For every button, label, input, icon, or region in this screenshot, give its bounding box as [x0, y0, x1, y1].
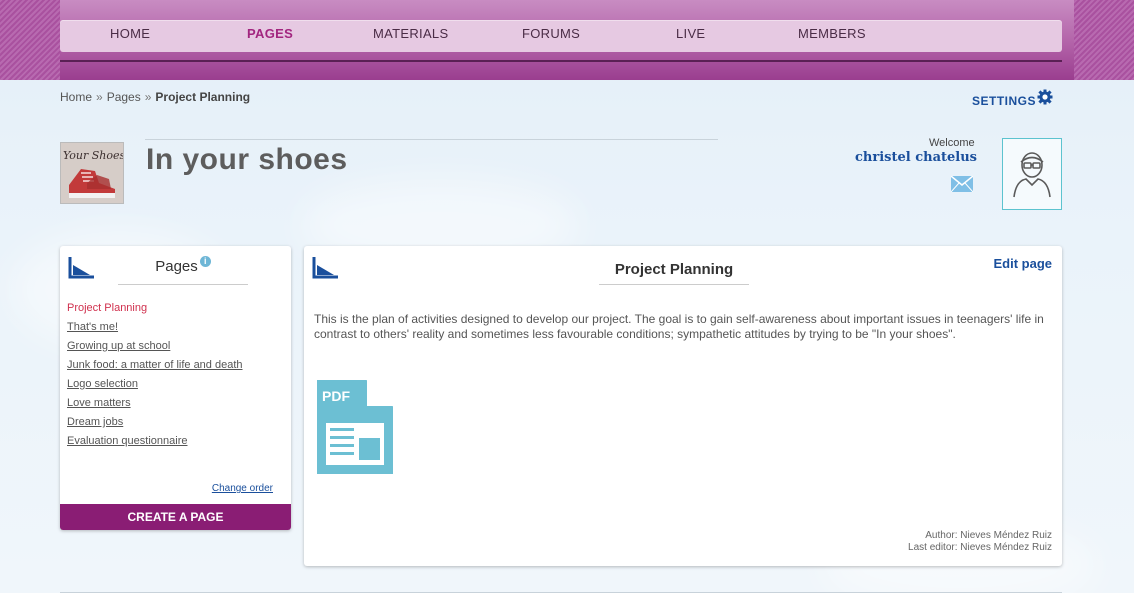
nav-materials[interactable]: MATERIALS — [373, 26, 448, 41]
breadcrumb-current: Project Planning — [155, 90, 251, 104]
page-title: Project Planning — [614, 261, 734, 278]
page-item-project-planning[interactable]: Project Planning — [67, 302, 277, 315]
group-logo: Your Shoes — [60, 142, 124, 204]
breadcrumb-separator: » — [96, 90, 103, 104]
nav-forums[interactable]: FORUMS — [522, 26, 580, 41]
title-divider — [145, 139, 718, 140]
nav-pages[interactable]: PAGES — [247, 26, 293, 41]
pdf-label: PDF — [322, 388, 350, 404]
page-content-panel: Project Planning Edit page This is the p… — [304, 246, 1062, 566]
pages-sidebar: Pages i Project Planning That's me! Growi… — [60, 246, 291, 530]
create-page-button[interactable]: CREATE A PAGE — [60, 504, 291, 530]
sidebar-title-divider — [118, 284, 248, 285]
edit-page-link[interactable]: Edit page — [993, 256, 1052, 271]
pages-list: Project Planning That's me! Growing up a… — [67, 302, 277, 454]
page-item-junk-food[interactable]: Junk food: a matter of life and death — [67, 359, 277, 372]
author-name: Author: Nieves Méndez Ruiz — [925, 530, 1052, 541]
page-item-love-matters[interactable]: Love matters — [67, 397, 277, 410]
page-description: This is the plan of activities designed … — [314, 312, 1044, 341]
panel-corner-icon — [312, 257, 338, 279]
pdf-file-icon[interactable]: PDF — [317, 380, 393, 474]
page-item-growing-up[interactable]: Growing up at school — [67, 340, 277, 353]
navbar-divider — [60, 60, 1062, 62]
last-editor-name: Last editor: Nieves Méndez Ruiz — [908, 542, 1052, 553]
change-order-link[interactable]: Change order — [212, 483, 273, 494]
nav-home[interactable]: HOME — [110, 26, 150, 41]
author-info: Author: Nieves Méndez Ruiz Last editor: … — [908, 530, 1052, 554]
settings-label: SETTINGS — [972, 94, 1037, 108]
info-icon[interactable]: i — [199, 256, 211, 267]
welcome-text: Welcome — [929, 137, 975, 149]
user-avatar-icon — [1013, 152, 1051, 198]
page-title-divider — [599, 284, 749, 285]
mail-icon[interactable] — [951, 176, 973, 192]
group-title: In your shoes — [146, 143, 348, 176]
main-navbar: HOME PAGES MATERIALS FORUMS LIVE MEMBERS — [60, 20, 1062, 52]
nav-members[interactable]: MEMBERS — [798, 26, 866, 41]
sidebar-title: Pages i — [118, 256, 248, 275]
breadcrumb-home[interactable]: Home — [60, 90, 92, 104]
panel-corner-icon — [68, 257, 94, 279]
sidebar-title-label: Pages — [155, 258, 198, 275]
gear-icon — [1037, 89, 1053, 105]
sneakers-logo-image: Your Shoes — [61, 143, 124, 203]
page-item-logo-selection[interactable]: Logo selection — [67, 378, 277, 391]
nav-live[interactable]: LIVE — [676, 26, 705, 41]
username-link[interactable]: christel chatelus — [855, 150, 977, 165]
page-item-dream-jobs[interactable]: Dream jobs — [67, 416, 277, 429]
user-avatar[interactable] — [1002, 138, 1062, 210]
group-logo-text: Your Shoes — [63, 149, 124, 162]
breadcrumb-pages[interactable]: Pages — [107, 90, 141, 104]
settings-link[interactable]: SETTINGS — [972, 89, 1053, 108]
breadcrumb: Home» Pages» Project Planning — [60, 90, 250, 104]
page-item-thats-me[interactable]: That's me! — [67, 321, 277, 334]
breadcrumb-separator: » — [144, 90, 152, 104]
page-item-evaluation[interactable]: Evaluation questionnaire — [67, 435, 277, 448]
